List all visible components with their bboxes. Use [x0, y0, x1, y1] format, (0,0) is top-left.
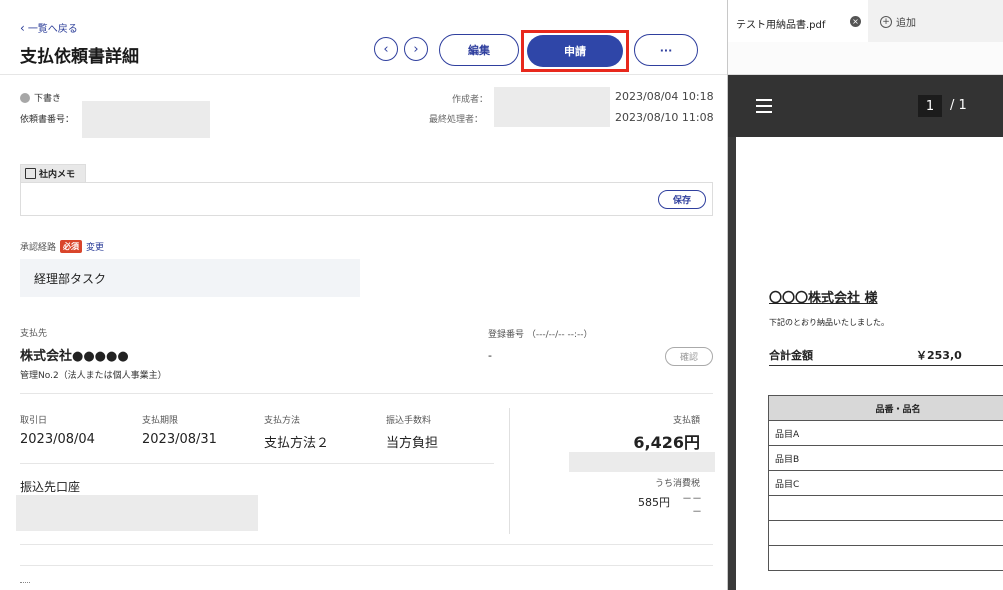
- chevron-left-icon: ‹: [20, 20, 25, 35]
- menu-icon[interactable]: [756, 99, 772, 113]
- request-number-label: 依頼書番号：: [20, 115, 75, 125]
- pdf-total-label: 合計金額: [769, 349, 813, 362]
- fee: 当方負担: [386, 436, 439, 451]
- required-badge: 必須: [60, 240, 83, 253]
- tab-content-strip: [728, 42, 1003, 75]
- status-badge: 下書き: [20, 91, 61, 104]
- back-link-label: 一覧へ戻る: [27, 24, 78, 35]
- trade-date-label: 取引日: [20, 416, 48, 426]
- pdf-viewer-pane: テスト用納品書.pdf × + 追加 1 / 1 〇〇〇株式会社 様 下記のとお…: [727, 0, 1003, 590]
- divider: [20, 463, 494, 464]
- approval-route[interactable]: 経理部タスク: [20, 259, 360, 297]
- pdf-company: 〇〇〇株式会社 様: [769, 291, 878, 306]
- detail-pane: ‹ 一覧へ戻る 支払依頼書詳細 ‹ › 編集 申請 ··· 下書き 依頼書番号：…: [0, 0, 727, 590]
- tab-pdf-label: テスト用納品書.pdf: [736, 20, 826, 31]
- plus-circle-icon: +: [880, 15, 892, 28]
- note-icon: [25, 168, 36, 179]
- tax: 585円: [638, 496, 670, 509]
- divider: [509, 408, 510, 534]
- pdf-item-row: [768, 495, 1003, 521]
- page-title: 支払依頼書詳細: [20, 47, 139, 67]
- amount-label: 支払額: [672, 416, 700, 426]
- pdf-item-row: 品目B: [768, 445, 1003, 471]
- apply-button[interactable]: 申請: [527, 35, 623, 67]
- due-date-label: 支払期限: [142, 416, 179, 426]
- last-handled-at: 2023/08/10 11:08: [615, 111, 714, 124]
- divider: [20, 544, 713, 545]
- pdf-toolbar: 1 / 1: [728, 75, 1003, 137]
- fee-label: 振込手数料: [386, 416, 432, 426]
- trade-date: 2023/08/04: [20, 432, 95, 447]
- tab-pdf[interactable]: テスト用納品書.pdf ×: [728, 0, 868, 42]
- amount-redacted: [569, 452, 715, 472]
- close-icon[interactable]: ×: [850, 16, 861, 27]
- tax-label: うち消費税: [654, 479, 700, 489]
- more-button[interactable]: ···: [634, 34, 698, 66]
- edit-button[interactable]: 編集: [439, 34, 519, 66]
- request-number-redacted: [82, 101, 210, 138]
- divider: [0, 74, 727, 75]
- next-button[interactable]: ›: [404, 37, 428, 61]
- divider: [769, 365, 1003, 366]
- chevron-right-icon: ›: [413, 41, 419, 57]
- created-at: 2023/08/04 10:18: [615, 90, 714, 103]
- memo-save-button[interactable]: 保存: [658, 190, 706, 209]
- pdf-item-row: 品目C: [768, 470, 1003, 496]
- status-dot-icon: [20, 92, 30, 103]
- prev-button[interactable]: ‹: [374, 37, 398, 61]
- approval-row: 承認経路 必須 変更: [20, 240, 104, 253]
- payee-name: 株式会社●●●●●: [20, 349, 129, 364]
- account-redacted: [16, 495, 258, 531]
- cutoff-text: [20, 582, 30, 585]
- page-number-input[interactable]: 1: [918, 95, 942, 117]
- page-total: / 1: [950, 98, 967, 113]
- payee-label: 支払先: [20, 329, 48, 339]
- method-label: 支払方法: [264, 416, 301, 426]
- pdf-note: 下記のとおり納品いたしました。: [769, 318, 889, 327]
- amount: 6,426円: [633, 433, 700, 452]
- back-link[interactable]: ‹ 一覧へ戻る: [20, 20, 78, 36]
- pdf-table-header: 品番・品名: [768, 395, 1003, 421]
- method: 支払方法２: [264, 436, 330, 451]
- confirm-button[interactable]: 確認: [665, 347, 713, 366]
- pdf-item-row: [768, 545, 1003, 571]
- creator-label: 作成者：: [452, 95, 489, 105]
- chevron-left-icon: ‹: [383, 41, 389, 57]
- add-tab-button[interactable]: + 追加: [880, 14, 916, 29]
- memo-input[interactable]: [20, 182, 713, 216]
- pdf-item-row: [768, 520, 1003, 546]
- pdf-items-table: 品番・品名 品目A 品目B 品目C: [768, 395, 1003, 571]
- user-redacted: [494, 87, 610, 127]
- pdf-total-value: ￥253,0: [916, 349, 962, 362]
- divider: [20, 565, 713, 566]
- account-label: 振込先口座: [20, 480, 81, 494]
- registration-label: 登録番号 （---/--/-- --:--）: [488, 330, 593, 340]
- change-route-link[interactable]: 変更: [86, 240, 104, 253]
- pdf-page: 〇〇〇株式会社 様 下記のとおり納品いたしました。 合計金額 ￥253,0 品番…: [736, 137, 1003, 590]
- registration-value: -: [488, 349, 492, 362]
- tax-suffix: －－ －: [682, 494, 702, 518]
- approval-label: 承認経路: [20, 243, 57, 253]
- last-handler-label: 最終処理者：: [429, 115, 484, 125]
- pdf-item-row: 品目A: [768, 420, 1003, 446]
- memo-tab: 社内メモ: [20, 164, 86, 182]
- payee-management: 管理No.2（法人または個人事業主）: [20, 371, 167, 381]
- due-date: 2023/08/31: [142, 432, 217, 447]
- divider: [20, 393, 713, 394]
